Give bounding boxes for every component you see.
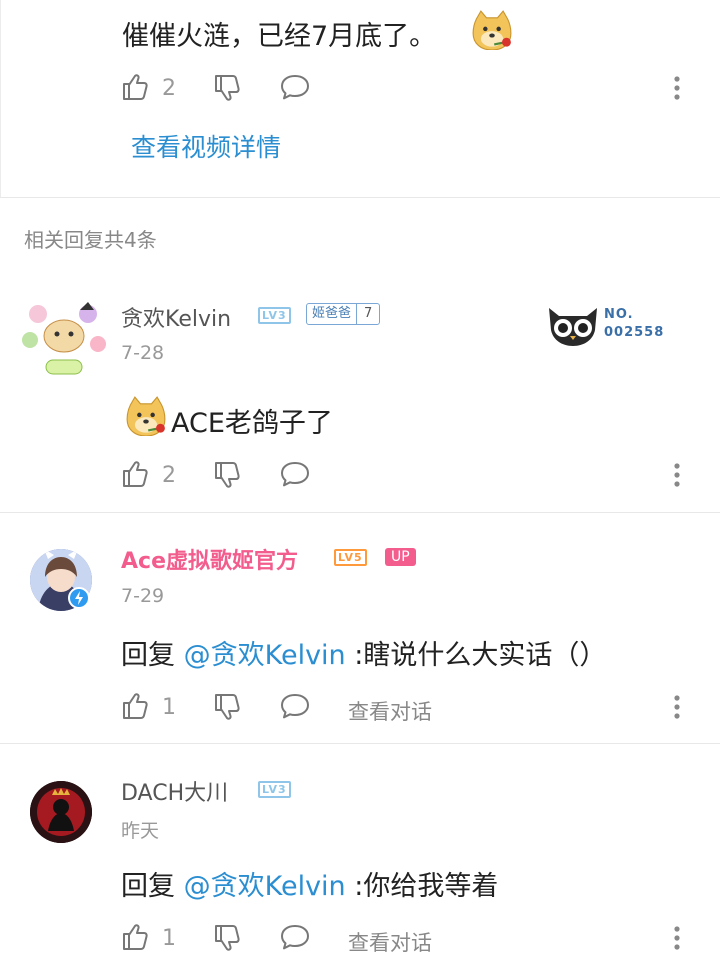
reply-text: 回复 @贪欢Kelvin :瞎说什么大实话（） bbox=[121, 633, 606, 672]
avatar[interactable] bbox=[30, 781, 92, 843]
fan-medal-level: 7 bbox=[356, 304, 379, 324]
cat-garb-icon bbox=[549, 308, 597, 346]
thumb-down-icon[interactable] bbox=[212, 459, 244, 491]
garb-no-number: 002558 bbox=[604, 325, 665, 340]
fan-medal-name: 姬爸爸 bbox=[312, 306, 352, 321]
thumb-down-icon[interactable] bbox=[212, 691, 244, 723]
reply-date: 7-28 bbox=[121, 342, 165, 364]
like-count: 2 bbox=[162, 463, 176, 488]
comment-text: 催催火涟，已经7月底了。 bbox=[122, 21, 437, 52]
level-badge: LV5 bbox=[334, 549, 367, 566]
garb-number: NO. 002558 bbox=[604, 306, 664, 342]
reply-prefix: 回复 bbox=[121, 871, 184, 902]
more-vertical-icon[interactable] bbox=[673, 75, 681, 101]
like-count: 2 bbox=[162, 76, 176, 101]
reply-body: :你给我等着 bbox=[345, 871, 499, 902]
verified-icon bbox=[68, 587, 90, 609]
more-vertical-icon[interactable] bbox=[673, 462, 681, 488]
username[interactable]: Ace虚拟歌姬官方 bbox=[121, 543, 298, 575]
doge-emoji-icon bbox=[126, 396, 166, 436]
level-badge: LV3 bbox=[258, 307, 291, 324]
thumb-up-icon[interactable] bbox=[120, 922, 152, 954]
username[interactable]: 贪欢Kelvin bbox=[121, 301, 231, 333]
comment-icon[interactable] bbox=[279, 922, 311, 954]
thumb-up-icon[interactable] bbox=[120, 691, 152, 723]
username[interactable]: DACH大川 bbox=[121, 775, 228, 807]
view-dialog-link[interactable]: 查看对话 bbox=[348, 696, 432, 726]
mention-link[interactable]: @贪欢Kelvin bbox=[184, 640, 346, 671]
level-badge: LV3 bbox=[258, 781, 291, 798]
replies-count-header: 相关回复共4条 bbox=[24, 228, 157, 252]
reply-text: ACE老鸽子了 bbox=[171, 408, 333, 439]
thumb-down-icon[interactable] bbox=[212, 72, 244, 104]
more-vertical-icon[interactable] bbox=[673, 694, 681, 720]
comment-icon[interactable] bbox=[279, 459, 311, 491]
mention-link[interactable]: @贪欢Kelvin bbox=[184, 871, 346, 902]
view-dialog-link[interactable]: 查看对话 bbox=[348, 927, 432, 957]
comment-icon[interactable] bbox=[279, 72, 311, 104]
reply-date: 7-29 bbox=[121, 585, 165, 607]
more-vertical-icon[interactable] bbox=[673, 925, 681, 951]
garb-no-label: NO. bbox=[604, 307, 634, 322]
doge-emoji-icon bbox=[472, 10, 512, 50]
avatar-pendant-image bbox=[22, 302, 106, 375]
view-video-link[interactable]: 查看视频详情 bbox=[131, 128, 281, 164]
comment-icon[interactable] bbox=[279, 691, 311, 723]
avatar[interactable] bbox=[18, 296, 108, 378]
reply-text: 回复 @贪欢Kelvin :你给我等着 bbox=[121, 864, 498, 903]
reply-date: 昨天 bbox=[121, 820, 160, 842]
like-count: 1 bbox=[162, 926, 176, 951]
thumb-up-icon[interactable] bbox=[120, 459, 152, 491]
thumb-down-icon[interactable] bbox=[212, 922, 244, 954]
thumb-up-icon[interactable] bbox=[120, 72, 152, 104]
avatar-image bbox=[30, 781, 92, 843]
fan-medal[interactable]: 姬爸爸 7 bbox=[306, 303, 381, 325]
up-badge: UP bbox=[385, 548, 416, 566]
reply-body: :瞎说什么大实话（） bbox=[345, 640, 607, 671]
garb-card[interactable] bbox=[545, 302, 601, 352]
reply-prefix: 回复 bbox=[121, 640, 184, 671]
like-count: 1 bbox=[162, 695, 176, 720]
